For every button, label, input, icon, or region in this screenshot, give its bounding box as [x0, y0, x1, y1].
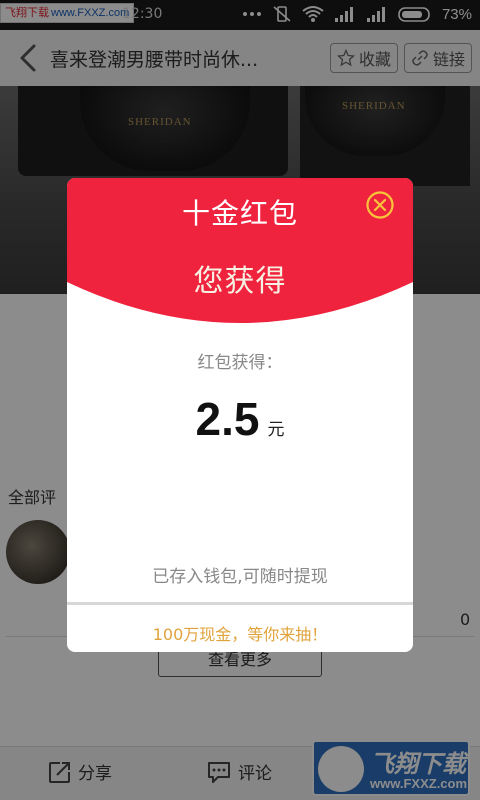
amount-value: 2.5 — [195, 393, 260, 445]
amount-unit: 元 — [267, 420, 285, 440]
red-packet-modal: 十金红包 您获得 红包获得： 2.5 元 已存入钱包,可随时提现 100万现金，等… — [67, 178, 413, 652]
amount-row: 2.5 元 — [67, 392, 413, 446]
saved-to-wallet-text: 已存入钱包,可随时提现 — [152, 567, 328, 587]
close-icon[interactable] — [365, 190, 395, 220]
modal-title: 十金红包 — [181, 197, 298, 230]
modal-subtitle: 您获得 — [193, 264, 287, 299]
got-label: 红包获得： — [197, 353, 283, 373]
modal-divider — [67, 602, 413, 605]
promo-link[interactable]: 100万现金，等你来抽！ — [67, 621, 413, 645]
